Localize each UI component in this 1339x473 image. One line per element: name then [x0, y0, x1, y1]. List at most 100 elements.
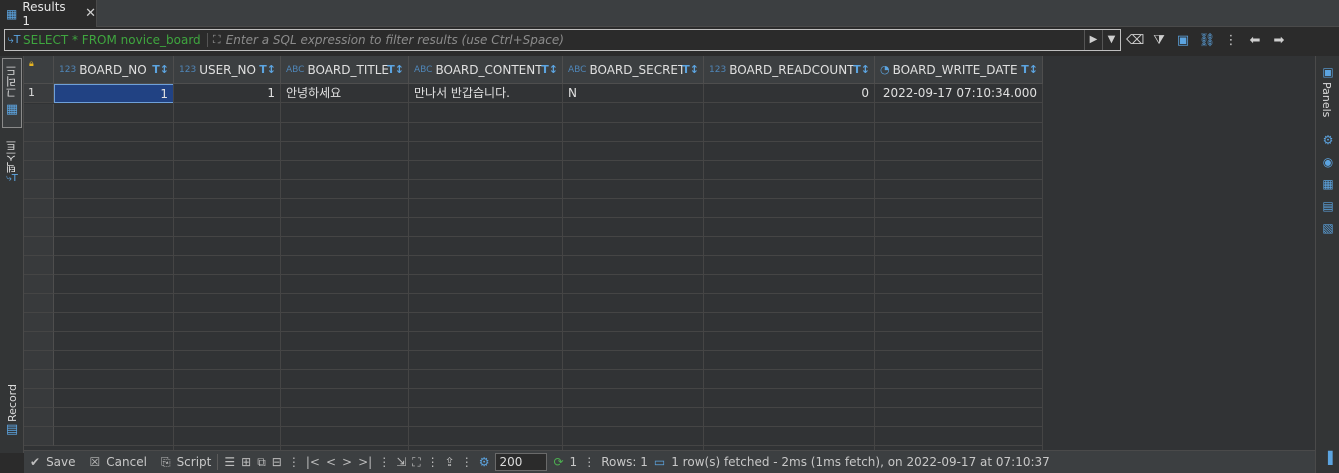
- close-icon[interactable]: ✕: [85, 6, 96, 21]
- next-icon[interactable]: >: [342, 455, 352, 469]
- table-cell[interactable]: 2022-09-17 07:10:34.000: [875, 84, 1043, 103]
- clock-icon: ◔: [880, 63, 890, 76]
- column-header-board-content[interactable]: ABC BOARD_CONTENT T↕: [409, 56, 563, 84]
- link-icon[interactable]: ⛓: [1198, 33, 1216, 48]
- table-cell[interactable]: N: [563, 84, 704, 103]
- script-button[interactable]: Script: [177, 455, 212, 469]
- grid-row-line: [24, 407, 1042, 408]
- tab-text[interactable]: 텍스트 ⤷T: [2, 140, 22, 200]
- metadata-icon[interactable]: ▤: [1320, 198, 1336, 214]
- table-icon: ▦: [5, 102, 19, 117]
- grid-row-line: [24, 160, 1042, 161]
- more-icon[interactable]: ⋮: [1222, 33, 1240, 48]
- eraser-icon[interactable]: ⌫: [1126, 33, 1144, 48]
- column-filter-icon[interactable]: T↕: [853, 63, 870, 76]
- grid-row-line: [24, 331, 1042, 332]
- row-number-empty: [24, 389, 54, 408]
- expand-icon[interactable]: ⛶: [208, 33, 226, 47]
- settings-gear-icon[interactable]: ⚙: [479, 455, 490, 469]
- table-cell[interactable]: 1: [174, 84, 281, 103]
- save-button[interactable]: Save: [46, 455, 75, 469]
- row-number-empty: [24, 408, 54, 427]
- column-header-board-readcount[interactable]: 123 BOARD_READCOUNT T↕: [704, 56, 875, 84]
- column-name: BOARD_READCOUNT: [729, 62, 855, 77]
- left-view-strip: 그리드 ▦ 텍스트 ⤷T Record ▤: [0, 56, 24, 453]
- column-header-board-title[interactable]: ABC BOARD_TITLE T↕: [281, 56, 409, 84]
- column-filter-icon[interactable]: T↕: [682, 63, 699, 76]
- panel-toggle-icon[interactable]: ▐: [1320, 450, 1336, 466]
- column-name: BOARD_SECRET: [589, 62, 686, 77]
- lock-icon: 🔒︎: [29, 59, 34, 69]
- more-icon[interactable]: ⋮: [461, 455, 473, 469]
- fetch-all-icon[interactable]: ⛶: [412, 455, 420, 470]
- add-row-icon[interactable]: ⊞: [241, 455, 251, 469]
- filter-input[interactable]: Enter a SQL expression to filter results…: [226, 33, 1084, 47]
- copy-row-icon[interactable]: ⧉: [257, 455, 266, 470]
- delete-row-icon[interactable]: ⊟: [272, 455, 282, 469]
- apply-filter-button[interactable]: ▶: [1084, 30, 1102, 50]
- grid-row-line: [24, 369, 1042, 370]
- result-toolbar: ⌫ ⧩ ▣ ⛓ ⋮ ⬅ ➡: [1126, 29, 1288, 51]
- last-page-icon[interactable]: >|: [358, 455, 372, 469]
- export-icon[interactable]: ⇪: [445, 455, 455, 469]
- panels-label[interactable]: Panels: [1320, 82, 1333, 117]
- table-cell[interactable]: 1: [54, 84, 174, 103]
- first-page-icon[interactable]: |<: [306, 455, 320, 469]
- filter-settings-icon[interactable]: ⧩: [1150, 33, 1168, 48]
- refresh-count: 1: [569, 455, 578, 469]
- tab-grid[interactable]: 그리드 ▦: [2, 58, 22, 128]
- more-icon[interactable]: ⋮: [427, 455, 439, 469]
- status-icon: ▭: [653, 455, 666, 469]
- column-filter-icon[interactable]: T↕: [387, 63, 404, 76]
- grid-row-line: [24, 198, 1042, 199]
- column-filter-icon[interactable]: T↕: [541, 63, 558, 76]
- column-name: BOARD_WRITE_DATE: [892, 62, 1018, 77]
- back-icon[interactable]: ⬅: [1246, 33, 1264, 48]
- references-icon[interactable]: ▧: [1320, 220, 1336, 236]
- results-tab[interactable]: ▦ Results 1 ✕: [0, 0, 97, 28]
- tab-record[interactable]: Record ▤: [2, 384, 22, 444]
- more-icon[interactable]: ⋮: [583, 455, 595, 469]
- cancel-icon[interactable]: ☒: [90, 455, 101, 469]
- fetch-size-input[interactable]: [495, 453, 548, 471]
- save-icon[interactable]: ✔: [30, 455, 40, 469]
- right-panels-strip: ▣ Panels ⚙ ◉ ▦ ▤ ▧ ▐: [1315, 56, 1339, 473]
- properties-icon[interactable]: ⚙: [1320, 132, 1336, 148]
- filter-history-dropdown[interactable]: ▼: [1102, 30, 1120, 50]
- calculator-icon[interactable]: ◉: [1320, 154, 1336, 170]
- string-type-icon: ABC: [568, 64, 587, 75]
- edit-cell-icon[interactable]: ☰: [224, 455, 235, 469]
- row-number-empty: [24, 123, 54, 142]
- table-cell[interactable]: 0: [704, 84, 875, 103]
- row-number-empty: [24, 313, 54, 332]
- previous-icon[interactable]: <: [326, 455, 336, 469]
- column-filter-icon[interactable]: T↕: [259, 63, 276, 76]
- column-filter-icon[interactable]: T↕: [152, 63, 169, 76]
- number-type-icon: 123: [59, 64, 77, 75]
- cancel-button[interactable]: Cancel: [106, 455, 147, 469]
- more-icon[interactable]: ⋮: [288, 455, 300, 469]
- column-header-board-write-date[interactable]: ◔ BOARD_WRITE_DATE T↕: [875, 56, 1043, 84]
- more-icon[interactable]: ⋮: [378, 455, 390, 469]
- sql-filter-icon[interactable]: ⤷T: [5, 33, 23, 47]
- column-filter-icon[interactable]: T↕: [1021, 63, 1038, 76]
- column-header-board-no[interactable]: 123 BOARD_NO T↕: [54, 56, 174, 84]
- panels-icon[interactable]: ▣: [1320, 64, 1336, 80]
- table-cell[interactable]: 만나서 반갑습니다.: [409, 84, 563, 103]
- row-number-empty: [24, 427, 54, 446]
- forward-icon[interactable]: ➡: [1270, 33, 1288, 48]
- grid-column-line: [408, 84, 409, 453]
- row-number[interactable]: 1: [24, 84, 54, 103]
- script-icon[interactable]: ⎘: [161, 455, 171, 470]
- text-icon: ⤷T: [6, 173, 18, 184]
- panel-layout-icon[interactable]: ▣: [1174, 33, 1192, 48]
- refresh-icon[interactable]: ⟳: [553, 455, 563, 469]
- grouping-icon[interactable]: ▦: [1320, 176, 1336, 192]
- grid-row-line: [24, 274, 1042, 275]
- table-cell[interactable]: 안녕하세요: [281, 84, 409, 103]
- grid-corner[interactable]: 🔒︎: [24, 56, 54, 84]
- fetch-next-icon[interactable]: ⇲: [396, 455, 406, 469]
- grid-row-line: [24, 141, 1042, 142]
- column-header-board-secret[interactable]: ABC BOARD_SECRET T↕: [563, 56, 704, 84]
- column-header-user-no[interactable]: 123 USER_NO T↕: [174, 56, 281, 84]
